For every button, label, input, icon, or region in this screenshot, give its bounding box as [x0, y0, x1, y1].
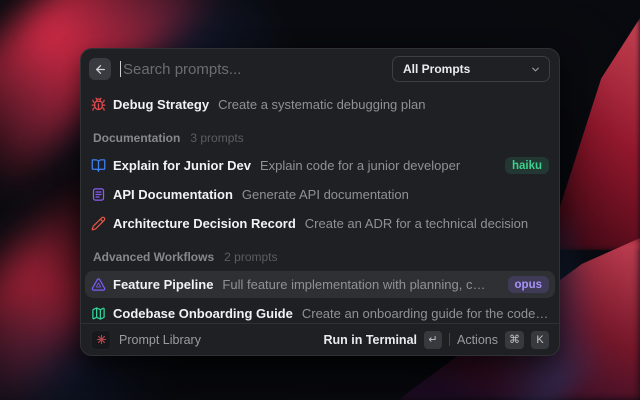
section-label: Advanced Workflows: [93, 250, 214, 264]
book-open-icon: [91, 158, 106, 173]
k-key-badge: K: [531, 331, 549, 349]
prompt-description: Create an onboarding guide for the codeb…: [302, 306, 549, 321]
prompt-list: Debug Strategy Create a systematic debug…: [81, 89, 559, 323]
search-input[interactable]: [123, 61, 383, 78]
prompt-title: Architecture Decision Record: [113, 216, 296, 231]
prompt-item-debug-strategy[interactable]: Debug Strategy Create a systematic debug…: [85, 91, 555, 118]
desktop-background: All Prompts Debug Strategy Create a syst…: [0, 0, 640, 400]
actions-button[interactable]: Actions: [457, 333, 498, 347]
model-badge-opus: opus: [508, 276, 549, 293]
palette-header: All Prompts: [81, 49, 559, 89]
palette-footer: Prompt Library Run in Terminal ↵ Actions…: [81, 323, 559, 355]
prompt-title: Explain for Junior Dev: [113, 158, 251, 173]
back-arrow-icon: [94, 63, 107, 76]
back-button[interactable]: [89, 58, 111, 80]
prompt-title: Codebase Onboarding Guide: [113, 306, 293, 321]
prompt-title: Debug Strategy: [113, 97, 209, 112]
prompt-item-explain-for-junior-dev[interactable]: Explain for Junior Dev Explain code for …: [85, 152, 555, 179]
prompt-description: Create an ADR for a technical decision: [305, 216, 549, 231]
cmd-key-badge: ⌘: [505, 331, 524, 349]
section-header-documentation: Documentation 3 prompts: [85, 120, 555, 152]
divider: [449, 333, 450, 346]
prompt-library-palette: All Prompts Debug Strategy Create a syst…: [80, 48, 560, 356]
section-count: 3 prompts: [190, 131, 243, 145]
filter-dropdown[interactable]: All Prompts: [392, 56, 550, 82]
prompt-description: Create a systematic debugging plan: [218, 97, 549, 112]
text-caret: [120, 61, 121, 77]
section-header-advanced-workflows: Advanced Workflows 2 prompts: [85, 239, 555, 271]
notebook-icon: [91, 187, 106, 202]
pencil-icon: [91, 216, 106, 231]
prompt-item-feature-pipeline[interactable]: Feature Pipeline Full feature implementa…: [85, 271, 555, 298]
section-label: Documentation: [93, 131, 180, 145]
prompt-item-api-documentation[interactable]: API Documentation Generate API documenta…: [85, 181, 555, 208]
prompt-title: Feature Pipeline: [113, 277, 213, 292]
prompt-title: API Documentation: [113, 187, 233, 202]
chevron-down-icon: [530, 64, 541, 75]
prompt-description: Explain code for a junior developer: [260, 158, 490, 173]
prompt-description: Full feature implementation with plannin…: [222, 277, 492, 292]
prompt-description: Generate API documentation: [242, 187, 549, 202]
app-logo: [91, 330, 111, 350]
triangle-icon: [91, 277, 106, 292]
prompt-item-codebase-onboarding-guide[interactable]: Codebase Onboarding Guide Create an onbo…: [85, 300, 555, 323]
starburst-icon: [96, 334, 107, 345]
footer-actions: Run in Terminal ↵ Actions ⌘ K: [323, 331, 549, 349]
prompt-item-architecture-decision-record[interactable]: Architecture Decision Record Create an A…: [85, 210, 555, 237]
app-name: Prompt Library: [119, 333, 201, 347]
search-field[interactable]: [120, 61, 383, 78]
filter-dropdown-value: All Prompts: [403, 62, 470, 76]
model-badge-haiku: haiku: [505, 157, 549, 174]
return-key-badge: ↵: [424, 331, 442, 349]
map-icon: [91, 306, 106, 321]
bug-icon: [91, 97, 106, 112]
section-count: 2 prompts: [224, 250, 277, 264]
run-in-terminal-button[interactable]: Run in Terminal: [323, 333, 417, 347]
